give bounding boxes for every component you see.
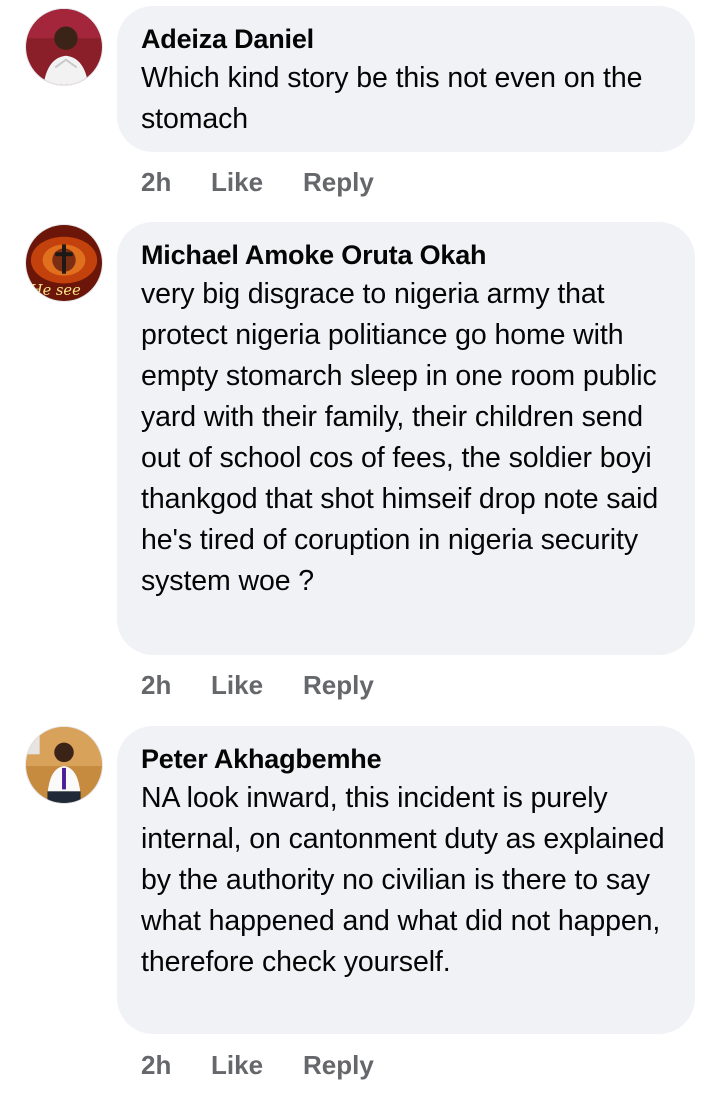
comment-text: Which kind story be this not even on the… (141, 62, 643, 135)
comment-text: very big disgrace to nigeria army that p… (141, 278, 659, 597)
comment-actions: 2h Like Reply (141, 167, 374, 198)
reply-button[interactable]: Reply (303, 167, 374, 198)
comment-timestamp[interactable]: 2h (141, 1050, 211, 1081)
reply-button[interactable]: Reply (303, 1050, 374, 1081)
avatar[interactable] (25, 726, 103, 804)
avatar[interactable] (25, 8, 103, 86)
comment-text: NA look inward, this incident is purely … (141, 782, 665, 978)
comment-bubble: Adeiza Daniel Which kind story be this n… (117, 6, 695, 152)
user-photo-icon (26, 727, 102, 803)
comment-author[interactable]: Adeiza Daniel (141, 23, 673, 55)
eye-cross-icon: He see (26, 225, 102, 301)
comment-timestamp[interactable]: 2h (141, 670, 211, 701)
like-button[interactable]: Like (211, 167, 303, 198)
comment-author[interactable]: Peter Akhagbemhe (141, 743, 673, 775)
comment-actions: 2h Like Reply (141, 670, 374, 701)
avatar[interactable]: He see (25, 224, 103, 302)
comment-actions: 2h Like Reply (141, 1050, 374, 1081)
like-button[interactable]: Like (211, 670, 303, 701)
comment-bubble: Michael Amoke Oruta Okah very big disgra… (117, 222, 695, 655)
user-photo-icon (26, 9, 102, 85)
reply-button[interactable]: Reply (303, 670, 374, 701)
comment-timestamp[interactable]: 2h (141, 167, 211, 198)
svg-text:He see: He see (29, 282, 81, 299)
comment-bubble: Peter Akhagbemhe NA look inward, this in… (117, 726, 695, 1034)
comment-author[interactable]: Michael Amoke Oruta Okah (141, 239, 673, 271)
like-button[interactable]: Like (211, 1050, 303, 1081)
